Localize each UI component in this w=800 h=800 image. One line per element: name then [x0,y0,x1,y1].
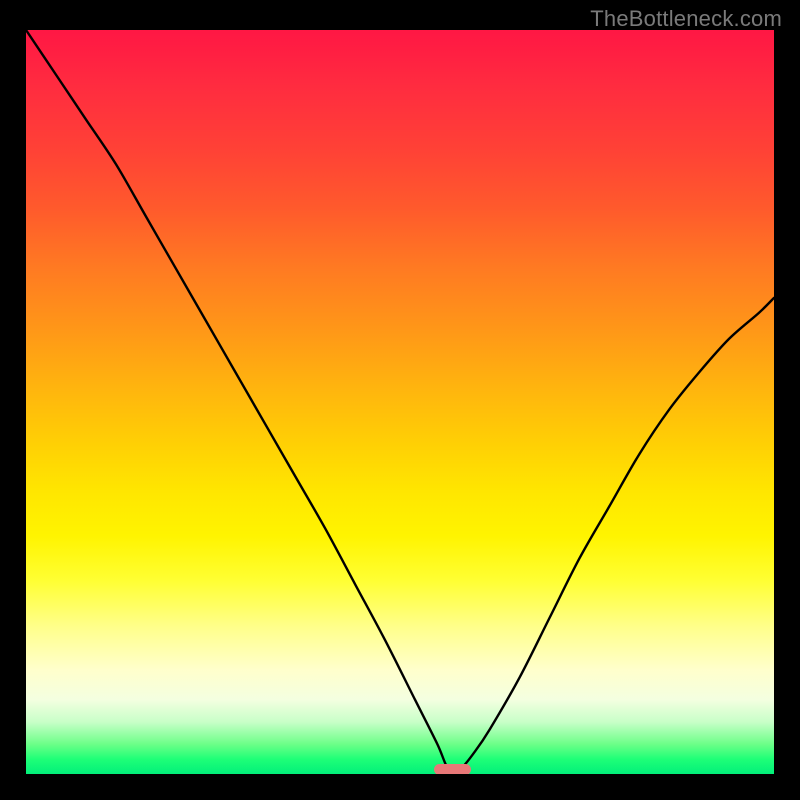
bottleneck-curve [26,30,774,774]
bottleneck-chart: TheBottleneck.com [0,0,800,800]
optimal-point-marker [434,764,471,774]
plot-area [26,30,774,774]
attribution-label: TheBottleneck.com [590,6,782,32]
